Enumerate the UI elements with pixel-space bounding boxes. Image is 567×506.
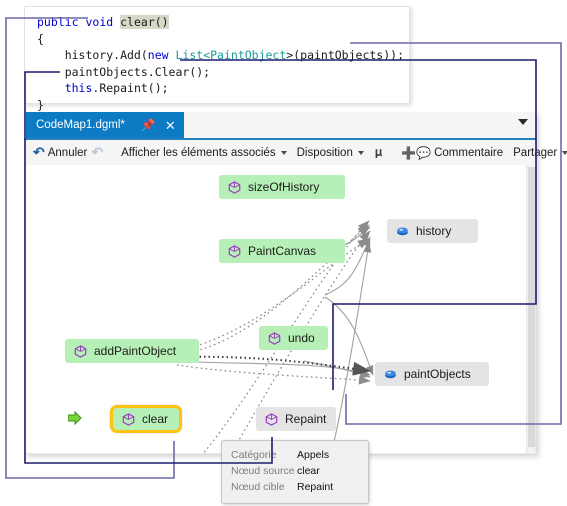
line-repaint: .Repaint(); [92,81,169,95]
filter-button[interactable]: 𝛍 [369,141,388,165]
chevron-down-icon [280,150,287,155]
code-snippet-panel: public void clear() { history.Add(new Li… [24,6,410,112]
scrollbar-thumb[interactable] [528,167,535,447]
method-icon [122,412,135,426]
document-tab-codemap[interactable]: CodeMap1.dgml* 📌 ✕ [26,112,184,138]
method-icon [228,180,241,194]
type-list: List< [175,48,211,62]
chevron-down-icon[interactable] [518,119,528,125]
layout-button[interactable]: Disposition [292,141,369,165]
document-tab-label: CodeMap1.dgml* [36,119,125,131]
graph-node-PaintCanvas[interactable]: PaintCanvas [219,239,345,263]
graph-node-clear[interactable]: clear [110,405,182,433]
keyword-this: this [64,81,93,95]
graph-node-history[interactable]: history [387,219,478,243]
comment-button[interactable]: ➕💬 Commentaire [396,141,508,165]
undo-arrow-icon: ↷ [33,144,45,160]
graph-node-label: history [416,224,452,238]
graph-node-label: PaintCanvas [248,244,317,258]
comment-add-icon: ➕💬 [401,145,432,160]
graph-node-label: paintObjects [404,367,471,381]
tooltip-value-source-node: clear [297,465,320,477]
layout-label: Disposition [296,146,353,159]
line-history-tail: >(paintObjects)); [286,48,404,62]
code-text: public void clear() { history.Add(new Li… [37,14,404,113]
keyword-new: new [147,48,169,62]
tooltip-value-target-node: Repaint [297,481,334,493]
share-label: Partager [513,146,558,159]
close-icon[interactable]: ✕ [165,119,176,132]
method-name-clear: clear() [120,15,169,29]
chevron-down-icon [562,150,567,155]
graph-node-label: Repaint [285,412,327,426]
graph-node-label: clear [142,412,169,426]
graph-node-sizeOfHistory[interactable]: sizeOfHistory [219,175,345,199]
codemap-window: CodeMap1.dgml* 📌 ✕ ↷ Annuler ↶ Afficher … [24,112,567,454]
method-icon [268,331,281,345]
graph-node-label: sizeOfHistory [248,180,320,194]
tooltip-row: Catégorie Appels [231,447,359,463]
chevron-down-icon [357,150,364,155]
vertical-scrollbar[interactable] [526,165,535,453]
undo-button[interactable]: ↷ Annuler ↶ [28,141,108,165]
graph-node-Repaint[interactable]: Repaint [256,407,336,431]
graph-node-undo[interactable]: undo [259,326,328,350]
type-paintobject: PaintObject [210,48,287,62]
filter-icon: 𝛍 [374,145,383,159]
field-icon [396,226,409,237]
current-statement-arrow-icon [68,411,82,425]
tooltip-key-source-node: Nœud source [231,465,295,477]
field-icon [384,369,397,380]
graph-node-addPaintObject[interactable]: addPaintObject [65,339,199,363]
codemap-diagram-surface[interactable]: sizeOfHistory history PaintCanvas addPaintO… [24,165,536,454]
share-button[interactable]: Partager [508,141,567,165]
edge-tooltip: Catégorie Appels Nœud source clear Nœud … [221,440,369,504]
redo-arrow-icon[interactable]: ↶ [91,144,103,161]
tooltip-row: Nœud cible Repaint [231,479,359,495]
brace-close: } [37,97,44,112]
pin-icon[interactable]: 📌 [141,119,156,131]
graph-node-paintObjects[interactable]: paintObjects [375,362,489,386]
method-icon [265,412,278,426]
graph-node-label: addPaintObject [94,344,177,358]
tooltip-key-category: Catégorie [231,449,277,461]
document-tabstrip: CodeMap1.dgml* 📌 ✕ [24,112,536,140]
keyword-public: public [37,15,79,29]
graph-node-label: undo [288,331,315,345]
brace-open: { [37,31,44,46]
method-icon [74,344,87,358]
method-icon [228,244,241,258]
show-related-items-label: Afficher les éléments associés [121,146,276,159]
undo-label: Annuler [47,146,88,159]
tooltip-value-category: Appels [297,449,330,461]
line-paintobjects-clear: paintObjects.Clear(); [37,64,211,79]
codemap-toolbar: ↷ Annuler ↶ Afficher les éléments associ… [24,140,567,166]
show-related-items-button[interactable]: Afficher les éléments associés [116,141,291,165]
tooltip-key-target-node: Nœud cible [231,481,285,493]
tooltip-row: Nœud source clear [231,463,359,479]
keyword-void: void [85,15,114,29]
line-history-add: history.Add( [37,48,148,62]
comment-label: Commentaire [434,146,504,159]
